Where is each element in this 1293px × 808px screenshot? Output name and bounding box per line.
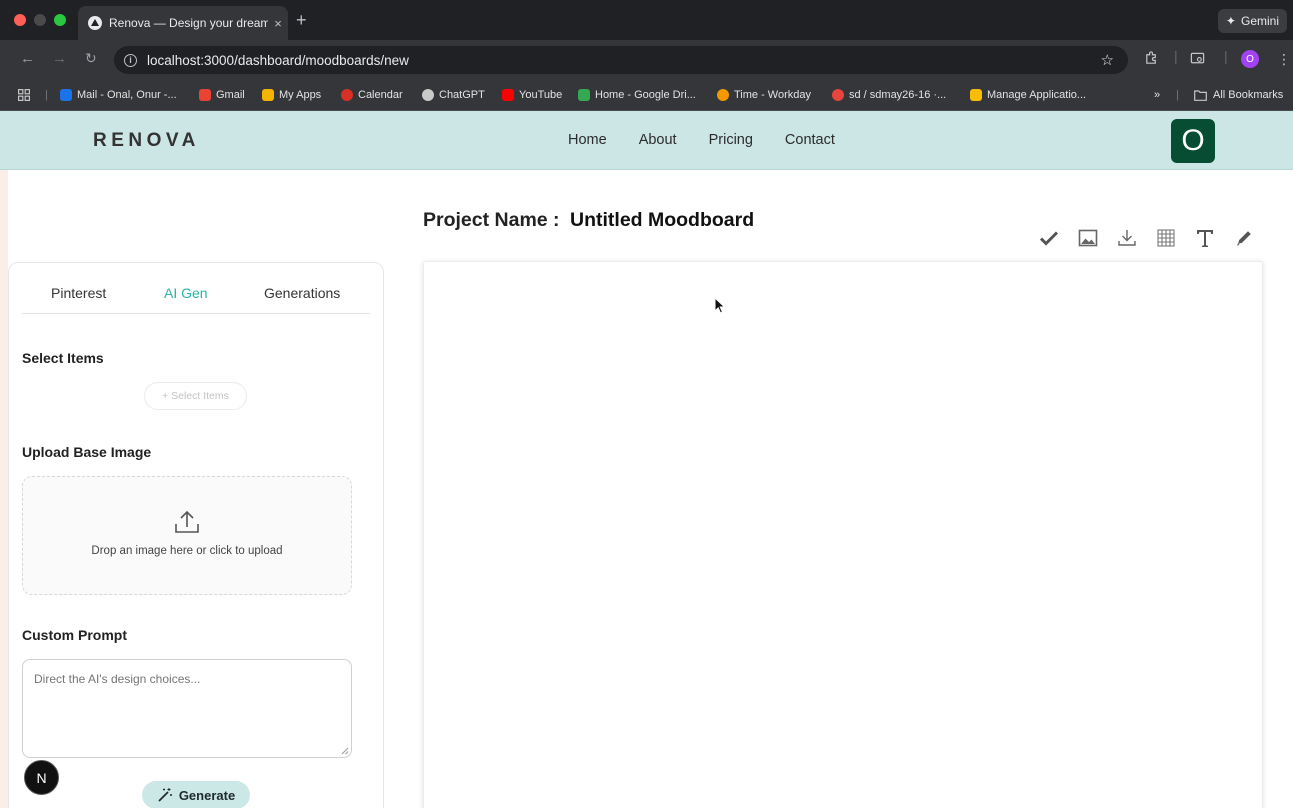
profile-avatar[interactable]: O [1241, 50, 1259, 68]
upload-instructions: Drop an image here or click to upload [91, 545, 283, 557]
apps-grid-icon[interactable] [18, 89, 30, 101]
main-nav: Home About Pricing Contact [568, 132, 835, 148]
tab-pinterest[interactable]: Pinterest [51, 285, 106, 301]
tab-title: Renova — Design your dream [109, 16, 268, 30]
maximize-window-button[interactable] [54, 14, 66, 26]
folder-icon [1194, 89, 1207, 101]
gemini-label: Gemini [1240, 14, 1279, 28]
page-edge [0, 111, 8, 808]
renova-favicon-icon [88, 16, 102, 30]
toolbar-divider: | [1224, 48, 1228, 64]
upload-base-image-title: Upload Base Image [22, 444, 152, 460]
extensions-icon[interactable] [1144, 51, 1159, 69]
browser-toolbar: ← → ↻ i localhost:3000/dashboard/moodboa… [0, 40, 1293, 80]
bookmark-mail[interactable]: Mail - Onal, Onur -... [60, 89, 177, 101]
upload-icon [175, 510, 199, 533]
grid-icon[interactable] [1153, 226, 1179, 250]
close-window-button[interactable] [14, 14, 26, 26]
nav-pricing[interactable]: Pricing [709, 132, 753, 148]
nav-contact[interactable]: Contact [785, 132, 835, 148]
bookmark-manage-applications[interactable]: Manage Applicatio... [970, 89, 1086, 101]
site-info-icon[interactable]: i [124, 53, 137, 67]
canvas-toolbar [1036, 226, 1270, 250]
bookmark-workday[interactable]: Time - Workday [717, 89, 811, 101]
reading-mode-icon[interactable] [1190, 51, 1205, 69]
bookmark-google-drive[interactable]: Home - Google Dri... [578, 89, 696, 101]
minimize-window-button[interactable] [34, 14, 46, 26]
pen-icon[interactable] [1231, 226, 1257, 250]
reload-icon[interactable]: ↻ [85, 50, 97, 67]
text-icon[interactable] [1192, 226, 1218, 250]
back-arrow-icon[interactable]: ← [20, 50, 35, 67]
bookmark-my-apps[interactable]: My Apps [262, 89, 321, 101]
new-tab-button[interactable]: + [296, 10, 307, 31]
sparkle-icon: ✦ [1225, 14, 1236, 28]
image-icon[interactable] [1075, 226, 1101, 250]
bookmarks-overflow-button[interactable]: » [1154, 89, 1160, 101]
tabs-divider [22, 313, 370, 314]
moodboard-canvas[interactable] [423, 261, 1263, 808]
magic-wand-icon [158, 788, 172, 802]
bookmarks-bar: | Mail - Onal, Onur -... Gmail My Apps C… [0, 80, 1293, 111]
upload-dropzone[interactable] [22, 476, 352, 595]
browser-menu-icon[interactable]: ⋮ [1277, 51, 1291, 68]
check-icon[interactable] [1036, 226, 1062, 250]
nav-home[interactable]: Home [568, 132, 607, 148]
bookmark-star-icon[interactable]: ☆ [1101, 51, 1114, 69]
brand-logo[interactable]: RENOVA [93, 130, 200, 152]
custom-prompt-input[interactable] [22, 659, 352, 758]
select-items-button[interactable]: + Select Items [144, 382, 247, 410]
custom-prompt-title: Custom Prompt [22, 627, 127, 643]
project-name[interactable]: Untitled Moodboard [570, 209, 754, 232]
mouse-cursor-icon [714, 297, 726, 314]
generate-button[interactable]: Generate [142, 781, 250, 808]
dev-tools-badge[interactable]: N [24, 760, 59, 795]
all-bookmarks-button[interactable]: All Bookmarks [1194, 89, 1283, 101]
url-text: localhost:3000/dashboard/moodboards/new [147, 52, 409, 68]
toolbar-divider: | [1174, 48, 1178, 64]
gemini-button[interactable]: ✦ Gemini [1217, 9, 1287, 33]
forward-arrow-icon[interactable]: → [52, 50, 67, 67]
browser-tab[interactable]: Renova — Design your dream × [78, 6, 288, 40]
bookmark-sdmay[interactable]: sd / sdmay26-16 ·... [832, 89, 946, 101]
browser-tab-strip: Renova — Design your dream × + ✦ Gemini [0, 0, 1293, 40]
tab-ai-gen[interactable]: AI Gen [164, 285, 208, 301]
bookmark-calendar[interactable]: Calendar [341, 89, 403, 101]
download-icon[interactable] [1114, 226, 1140, 250]
generate-label: Generate [178, 787, 236, 803]
address-bar[interactable]: i localhost:3000/dashboard/moodboards/ne… [114, 46, 1128, 74]
bookmark-youtube[interactable]: YouTube [502, 89, 562, 101]
select-items-title: Select Items [22, 350, 104, 366]
bookmark-divider: | [1176, 89, 1179, 101]
tab-close-icon[interactable]: × [268, 16, 288, 31]
project-name-label: Project Name : [423, 209, 560, 231]
app-navbar: RENOVA Home About Pricing Contact [0, 111, 1293, 170]
bookmark-divider: | [45, 89, 48, 101]
user-avatar[interactable]: O [1171, 119, 1215, 163]
bookmark-gmail[interactable]: Gmail [199, 89, 245, 101]
tab-generations[interactable]: Generations [264, 285, 340, 301]
bookmark-chatgpt[interactable]: ChatGPT [422, 89, 485, 101]
nav-about[interactable]: About [639, 132, 677, 148]
resize-grip-icon[interactable] [340, 746, 349, 755]
